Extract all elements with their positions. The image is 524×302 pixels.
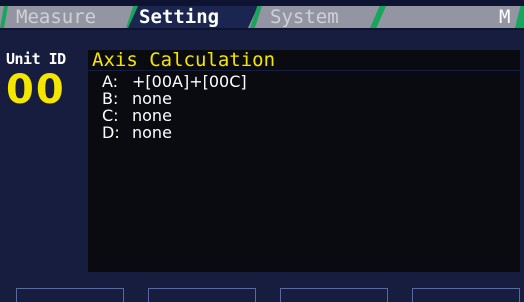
axis-list: A: +[00A]+[00C] B: none C: none D: none bbox=[102, 73, 247, 141]
tab-measure[interactable]: Measure bbox=[0, 6, 138, 28]
tab-bar: Measure Setting System M bbox=[0, 0, 524, 30]
axis-key: B: bbox=[102, 89, 119, 108]
soft-key-3[interactable] bbox=[280, 288, 388, 302]
axis-key: D: bbox=[102, 123, 120, 142]
tab-system[interactable]: System bbox=[258, 6, 378, 28]
axis-row-c[interactable]: C: none bbox=[102, 107, 247, 124]
tab-setting[interactable]: Setting bbox=[128, 6, 258, 28]
axis-row-b[interactable]: B: none bbox=[102, 90, 247, 107]
soft-key-2[interactable] bbox=[148, 288, 256, 302]
axis-key: C: bbox=[102, 106, 119, 125]
axis-row-d[interactable]: D: none bbox=[102, 124, 247, 141]
axis-key: A: bbox=[102, 72, 119, 91]
unit-id-value: 00 bbox=[6, 67, 66, 113]
unit-id-label: Unit ID bbox=[6, 50, 66, 68]
panel-title: Axis Calculation bbox=[88, 50, 520, 70]
mode-indicator: M bbox=[499, 6, 511, 28]
soft-key-1[interactable] bbox=[16, 288, 124, 302]
axis-row-a[interactable]: A: +[00A]+[00C] bbox=[102, 73, 247, 90]
axis-value: none bbox=[132, 123, 172, 142]
axis-calculation-panel: A: +[00A]+[00C] B: none C: none D: none bbox=[88, 71, 520, 272]
soft-key-4[interactable] bbox=[412, 288, 520, 302]
device-screen: Measure Setting System M Unit ID 00 Axis… bbox=[0, 0, 524, 302]
